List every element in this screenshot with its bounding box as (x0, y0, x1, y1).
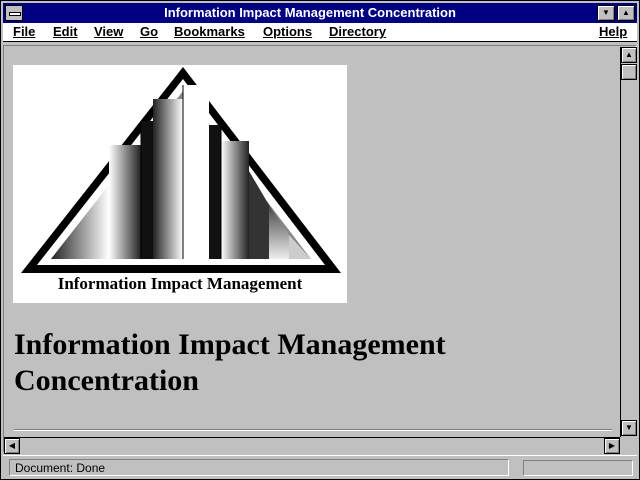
window-title: Information Impact Management Concentrat… (164, 5, 456, 20)
menu-edit[interactable]: Edit (53, 24, 78, 40)
status-text: Document: Done (9, 459, 509, 476)
status-progress-bar (523, 460, 633, 476)
arrow-right-icon[interactable]: ▶ (604, 438, 620, 454)
menu-help[interactable]: Help (599, 24, 627, 40)
menu-directory[interactable]: Directory (329, 24, 386, 40)
horizontal-rule (14, 429, 612, 431)
horizontal-scrollbar[interactable]: ◀ ▶ (4, 437, 620, 454)
status-bar: Document: Done (3, 455, 637, 479)
menu-options[interactable]: Options (263, 24, 312, 40)
arrow-up-icon[interactable]: ▲ (621, 47, 637, 63)
menu-view[interactable]: View (94, 24, 123, 40)
page-content: Information Impact Management Informatio… (4, 47, 618, 437)
menu-bookmarks[interactable]: Bookmarks (174, 24, 245, 40)
logo-caption: Information Impact Management (57, 274, 303, 293)
iim-logo: Information Impact Management (13, 65, 347, 303)
page-heading-line1: Information Impact Management (14, 328, 446, 361)
title-bar[interactable]: Information Impact Management Concentrat… (3, 3, 637, 23)
minimize-icon[interactable]: ▼ (597, 5, 615, 21)
arrow-down-icon[interactable]: ▼ (621, 420, 637, 436)
iim-logo-graphic (21, 67, 341, 273)
page-heading: Information Impact Management Concentrat… (14, 327, 574, 399)
page-heading-line2: Concentration (14, 364, 199, 397)
scrollbar-corner (620, 437, 637, 453)
browser-window: Information Impact Management Concentrat… (0, 0, 640, 480)
menu-file[interactable]: File (13, 24, 35, 40)
menu-bar: File Edit View Go Bookmarks Options Dire… (3, 23, 637, 42)
maximize-icon[interactable]: ▲ (617, 5, 635, 21)
vertical-scrollbar[interactable]: ▲ ▼ (620, 47, 637, 437)
arrow-left-icon[interactable]: ◀ (4, 438, 20, 454)
vertical-scroll-thumb[interactable] (621, 64, 637, 80)
menu-go[interactable]: Go (140, 24, 158, 40)
system-menu-icon[interactable] (5, 5, 23, 21)
